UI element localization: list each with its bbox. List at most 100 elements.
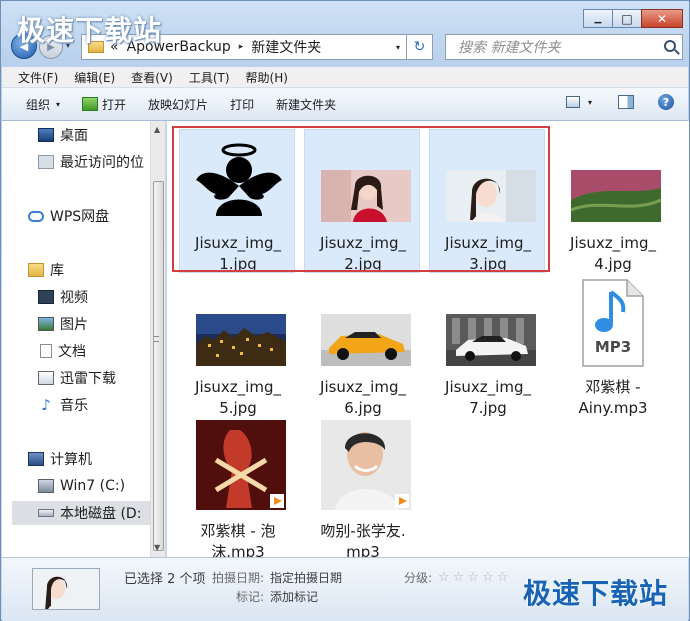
nav-item-label: Win7 (C:) xyxy=(60,478,126,494)
star-icon[interactable]: ☆ xyxy=(438,570,450,585)
scroll-grip-icon xyxy=(154,336,159,342)
minimize-icon: ▁ xyxy=(594,13,602,24)
refresh-button[interactable]: ↻ xyxy=(407,34,433,60)
music-icon: ♪ xyxy=(41,396,51,414)
nav-scrollbar[interactable]: ▲ ▼ xyxy=(150,121,165,557)
thunder-download-icon xyxy=(38,371,54,385)
nav-item-label: 计算机 xyxy=(50,452,92,468)
mp3-badge: MP3 xyxy=(595,338,631,356)
minimize-button[interactable]: ▁ xyxy=(583,9,613,28)
organize-button[interactable]: 组织 ▾ xyxy=(26,96,60,113)
nav-item-drive-c[interactable]: Win7 (C:) xyxy=(38,474,165,498)
new-folder-button[interactable]: 新建文件夹 xyxy=(276,96,336,113)
scroll-thumb[interactable] xyxy=(153,181,164,551)
breadcrumb-separator-icon[interactable]: ▸ xyxy=(239,42,244,52)
nav-item-computer[interactable]: 计算机 xyxy=(28,447,165,471)
maximize-icon: □ xyxy=(621,11,633,26)
file-item[interactable]: Jisuxz_img_ 3.jpg xyxy=(429,129,545,273)
portrait-thumbnail-image xyxy=(33,569,99,609)
nav-item-drive-d[interactable]: 本地磁盘 (D: xyxy=(12,501,150,525)
file-item[interactable]: Jisuxz_img_ 7.jpg xyxy=(429,273,545,417)
file-name: Jisuxz_img_ 7.jpg xyxy=(445,378,531,417)
nav-item-pictures[interactable]: 图片 xyxy=(38,312,165,336)
orange-car-image xyxy=(321,314,411,366)
rating-label: 分级: xyxy=(404,571,433,585)
search-icon[interactable] xyxy=(664,40,676,52)
open-label: 打开 xyxy=(102,97,127,112)
file-item[interactable]: Jisuxz_img_ 5.jpg xyxy=(179,273,295,417)
open-icon xyxy=(82,97,99,111)
file-name: Jisuxz_img_ 2.jpg xyxy=(320,234,406,273)
explorer-window: 极速下载站 ▁ □ ✕ ◀ ▶ ▾ « ApowerBackup ▸ 新建文件夹… xyxy=(0,0,690,621)
menu-edit[interactable]: 编辑(E) xyxy=(74,69,115,86)
view-options-chevron-icon[interactable]: ▾ xyxy=(588,98,592,107)
nav-item-videos[interactable]: 视频 xyxy=(38,285,165,309)
star-icon[interactable]: ☆ xyxy=(467,570,479,585)
pictures-icon xyxy=(38,317,54,331)
star-icon[interactable]: ☆ xyxy=(497,570,509,585)
navigation-pane: 桌面 最近访问的位 WPS网盘 库 视频 图片 文档 迅雷下载 ♪ 音乐 计算机 … xyxy=(2,121,166,557)
search-input[interactable]: 搜索 新建文件夹 xyxy=(445,34,683,60)
menu-help[interactable]: 帮助(H) xyxy=(246,69,288,86)
computer-icon xyxy=(28,452,44,466)
breadcrumb-new-folder[interactable]: 新建文件夹 xyxy=(251,37,321,57)
nav-item-recent-places[interactable]: 最近访问的位 xyxy=(38,150,165,174)
cloud-icon xyxy=(28,210,44,222)
nav-item-libraries[interactable]: 库 xyxy=(28,258,165,282)
album-cover-portrait-image xyxy=(321,420,411,510)
nav-item-label: 图片 xyxy=(60,317,88,333)
drive-c-icon xyxy=(38,479,54,493)
file-item[interactable]: MP3 邓紫棋 - Ainy.mp3 xyxy=(554,273,670,417)
organize-label: 组织 xyxy=(26,97,51,112)
file-item[interactable]: Jisuxz_img_ 6.jpg xyxy=(304,273,420,417)
file-item[interactable]: 吻别-张学友. mp3 xyxy=(304,417,420,561)
aerial-forest-image xyxy=(571,170,661,222)
watermark-top: 极速下载站 xyxy=(17,14,163,47)
slideshow-button[interactable]: 放映幻灯片 xyxy=(148,96,208,113)
address-dropdown-icon[interactable]: ▾ xyxy=(396,43,400,52)
file-item[interactable]: Jisuxz_img_ 2.jpg xyxy=(304,129,420,273)
documents-icon xyxy=(40,344,52,358)
date-taken-label: 拍摄日期: xyxy=(212,571,265,585)
portrait-red-image xyxy=(321,170,411,222)
star-icon[interactable]: ☆ xyxy=(453,570,465,585)
tags-value[interactable]: 添加标记 xyxy=(270,588,318,605)
help-icon[interactable]: ? xyxy=(658,94,674,110)
search-placeholder: 搜索 新建文件夹 xyxy=(458,40,561,56)
change-view-icon[interactable] xyxy=(565,96,580,108)
album-cover-red-image xyxy=(196,420,286,510)
date-taken-value[interactable]: 指定拍摄日期 xyxy=(270,569,342,586)
nav-item-thunder-downloads[interactable]: 迅雷下载 xyxy=(38,366,165,390)
file-name: Jisuxz_img_ 4.jpg xyxy=(570,234,656,273)
file-name: 邓紫棋 - Ainy.mp3 xyxy=(578,378,648,417)
mp3-file-icon: MP3 xyxy=(582,279,644,367)
selection-count: 已选择 2 个项 xyxy=(124,572,206,587)
file-name: Jisuxz_img_ 6.jpg xyxy=(320,378,406,417)
file-item[interactable]: Jisuxz_img_ 1.jpg xyxy=(179,129,295,273)
nav-item-desktop[interactable]: 桌面 xyxy=(38,123,165,147)
nav-item-music[interactable]: ♪ 音乐 xyxy=(38,393,165,417)
recent-places-icon xyxy=(38,155,54,169)
angel-avatar-icon xyxy=(196,143,282,216)
file-name: Jisuxz_img_ 5.jpg xyxy=(195,378,281,417)
menu-tools[interactable]: 工具(T) xyxy=(189,69,230,86)
nav-item-wps-cloud[interactable]: WPS网盘 xyxy=(28,204,165,228)
open-button[interactable]: 打开 xyxy=(82,96,126,113)
nav-item-label: 音乐 xyxy=(60,398,88,414)
menu-file[interactable]: 文件(F) xyxy=(18,69,58,86)
nav-item-label: WPS网盘 xyxy=(50,209,110,225)
file-list: Jisuxz_img_ 1.jpg Jisuxz_img_ 2.jpg Jisuxz… xyxy=(167,121,689,561)
preview-pane-icon[interactable] xyxy=(618,95,634,109)
print-button[interactable]: 打印 xyxy=(230,96,254,113)
rating-stars[interactable]: ☆ ☆ ☆ ☆ ☆ xyxy=(438,570,511,585)
star-icon[interactable]: ☆ xyxy=(482,570,494,585)
file-item[interactable]: Jisuxz_img_ 4.jpg xyxy=(554,129,670,273)
menu-view[interactable]: 查看(V) xyxy=(131,69,173,86)
scroll-down-icon[interactable]: ▼ xyxy=(154,543,160,552)
close-button[interactable]: ✕ xyxy=(641,9,683,28)
file-item[interactable]: 邓紫棋 - 泡沫.mp3 xyxy=(179,417,295,561)
scroll-up-icon[interactable]: ▲ xyxy=(154,125,160,134)
nav-item-documents[interactable]: 文档 xyxy=(38,339,165,363)
maximize-button[interactable]: □ xyxy=(612,9,642,28)
nav-item-label: 本地磁盘 (D: xyxy=(60,506,142,522)
